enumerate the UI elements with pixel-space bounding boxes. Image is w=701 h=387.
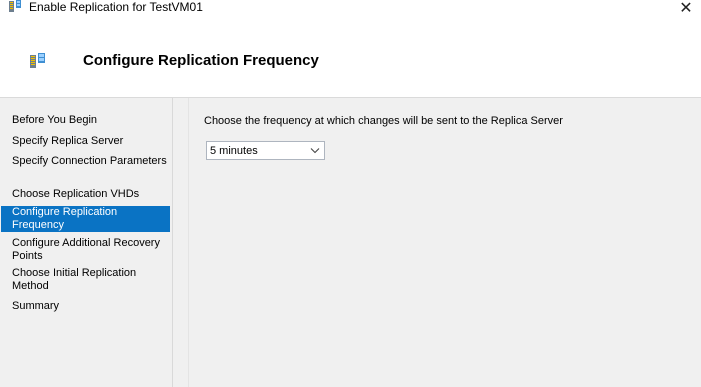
step-summary[interactable]: Summary (1, 300, 170, 313)
step-label: Choose Replication VHDs (12, 188, 140, 200)
close-button[interactable]: ✕ (671, 0, 701, 17)
step-specify-connection-parameters[interactable]: Specify Connection Parameters (1, 155, 170, 168)
step-label: Configure Additional Recovery Points (12, 237, 160, 262)
hyper-v-replica-icon (9, 0, 21, 12)
page-title: Configure Replication Frequency (83, 52, 319, 69)
hyper-v-replica-icon (30, 53, 45, 68)
frequency-instruction: Choose the frequency at which changes wi… (204, 115, 563, 127)
step-label: Specify Connection Parameters (12, 155, 167, 167)
close-icon: ✕ (679, 0, 693, 17)
step-choose-replication-vhds[interactable]: Choose Replication VHDs (1, 188, 170, 201)
wizard-steps-sidebar: Before You Begin Specify Replica Server … (0, 98, 173, 387)
title-bar: Enable Replication for TestVM01 ✕ (0, 0, 701, 17)
step-label: Choose Initial Replication Method (12, 267, 137, 292)
step-before-you-begin[interactable]: Before You Begin (1, 114, 170, 127)
step-configure-additional-recovery-points[interactable]: Configure Additional Recovery Points (1, 237, 170, 263)
step-configure-replication-frequency[interactable]: Configure Replication Frequency (1, 206, 170, 232)
wizard-header: Configure Replication Frequency (0, 17, 701, 98)
step-label: Configure Replication Frequency (12, 206, 118, 231)
step-label: Summary (12, 300, 60, 312)
step-label: Specify Replica Server (12, 135, 124, 147)
chevron-down-icon (310, 148, 320, 154)
wizard-content: Choose the frequency at which changes wi… (173, 98, 701, 387)
frequency-select[interactable]: 5 minutes (206, 141, 325, 160)
content-panel: Choose the frequency at which changes wi… (188, 98, 701, 387)
step-specify-replica-server[interactable]: Specify Replica Server (1, 135, 170, 148)
frequency-select-value: 5 minutes (210, 145, 258, 157)
window-title: Enable Replication for TestVM01 (29, 0, 203, 14)
step-label: Before You Begin (12, 114, 98, 126)
step-choose-initial-replication-method[interactable]: Choose Initial Replication Method (1, 267, 170, 293)
